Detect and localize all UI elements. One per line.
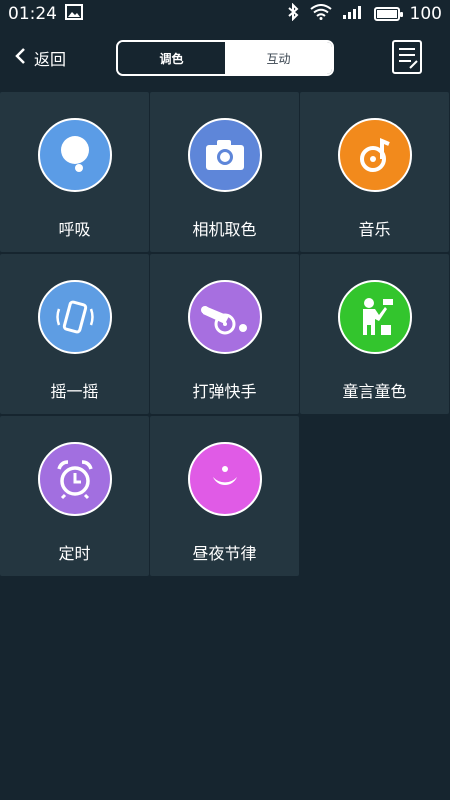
moon-icon: [187, 442, 262, 516]
feature-timer[interactable]: 定时: [0, 416, 149, 576]
feature-music[interactable]: 音乐: [300, 92, 449, 252]
music-note-icon: [337, 118, 412, 192]
back-label: 返回: [34, 50, 67, 69]
feature-label: 相机取色: [192, 220, 257, 239]
shake-phone-icon: [37, 280, 112, 354]
feature-label: 昼夜节律: [192, 544, 257, 563]
bluetooth-icon: [286, 2, 300, 26]
feature-circadian[interactable]: 昼夜节律: [150, 416, 299, 576]
battery-level: 100: [409, 4, 442, 24]
feature-child-color[interactable]: 童言童色: [300, 254, 449, 414]
alarm-clock-icon: [37, 442, 112, 516]
feature-grid: 呼吸 相机取色 音乐 摇一摇 打弹快手 童言童色 定时 昼夜节律: [0, 92, 450, 576]
battery-icon: [373, 7, 403, 21]
feature-cannon[interactable]: 打弹快手: [150, 254, 299, 414]
notepad-icon[interactable]: [392, 40, 422, 74]
mode-segmented-control: 调色 互动: [116, 40, 334, 76]
back-button[interactable]: 返回: [14, 42, 66, 74]
chevron-left-icon: [14, 47, 26, 69]
feature-label: 定时: [58, 544, 91, 563]
status-bar: 01:24 100: [0, 0, 450, 28]
wifi-icon: [309, 3, 332, 25]
feature-breath[interactable]: 呼吸: [0, 92, 149, 252]
tab-color[interactable]: 调色: [118, 42, 225, 74]
header: 返回 调色 互动: [0, 28, 450, 88]
feature-camera-color[interactable]: 相机取色: [150, 92, 299, 252]
feature-shake[interactable]: 摇一摇: [0, 254, 149, 414]
tab-interact[interactable]: 互动: [225, 42, 332, 74]
feature-label: 音乐: [358, 220, 391, 239]
feature-label: 打弹快手: [192, 382, 257, 401]
feature-label: 童言童色: [342, 382, 407, 401]
feature-label: 摇一摇: [50, 382, 99, 401]
image-notification-icon: [65, 3, 83, 25]
camera-icon: [187, 118, 262, 192]
status-time: 01:24: [8, 4, 57, 24]
child-painting-icon: [337, 280, 412, 354]
signal-icon: [342, 4, 364, 24]
feature-label: 呼吸: [58, 220, 91, 239]
cannon-icon: [187, 280, 262, 354]
breath-bubble-icon: [37, 118, 112, 192]
